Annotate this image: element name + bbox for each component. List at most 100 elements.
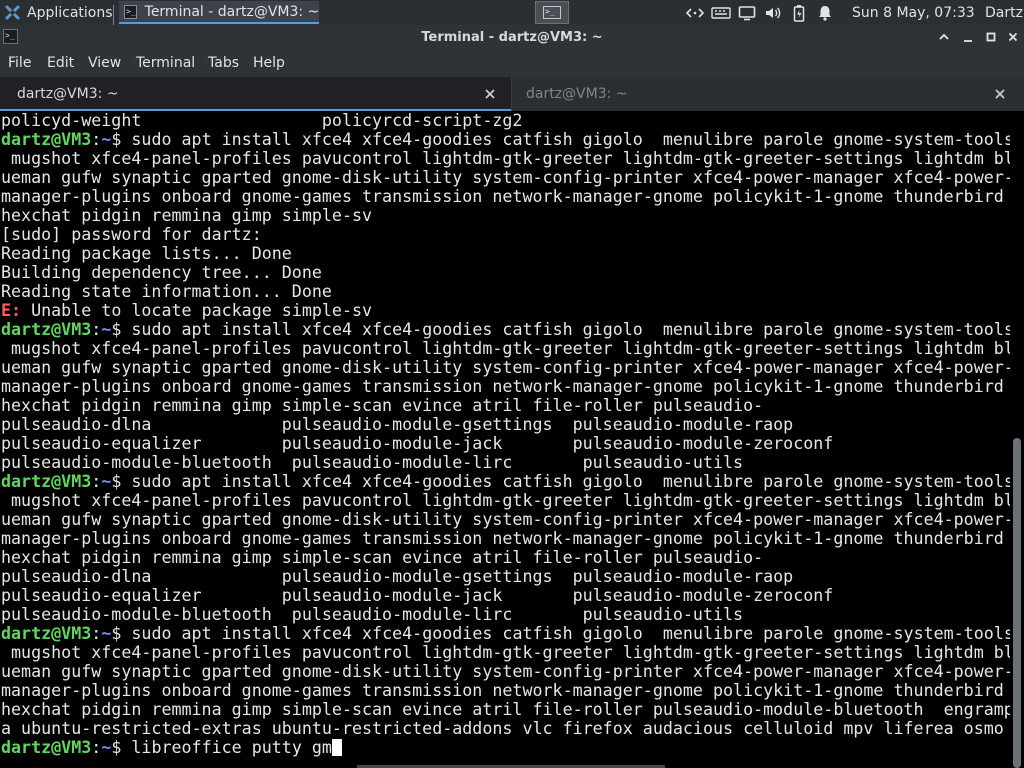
prompt-symbol: $ [111, 738, 132, 757]
output-text: mugshot xfce4-panel-profiles pavucontrol… [1, 149, 1010, 168]
menu-edit[interactable]: Edit [47, 50, 74, 77]
error-prefix: E: [1, 301, 22, 320]
vertical-scrollbar[interactable] [1010, 111, 1024, 768]
terminal-output-line: hexchat pidgin remmina gimp simple-scan … [1, 700, 1010, 719]
terminal-output-line: hexchat pidgin remmina gimp simple-scan … [1, 396, 1010, 415]
terminal-output-line: ueman gufw synaptic gparted gnome-disk-u… [1, 510, 1010, 529]
prompt-symbol: $ [111, 320, 132, 339]
output-text: pulseaudio-equalizer pulseaudio-module-j… [1, 586, 834, 605]
terminal-command-line: dartz@VM3:~$ sudo apt install xfce4 xfce… [1, 320, 1010, 339]
prompt-colon: : [91, 738, 102, 757]
applications-menu-button[interactable]: Applications [4, 0, 113, 25]
prompt-user-host: dartz@VM3 [1, 624, 92, 643]
terminal-output[interactable]: policyd-weight policyrcd-script-zg2 dartz… [0, 111, 1010, 768]
terminal-output-line: manager-plugins onboard gnome-games tran… [1, 377, 1010, 396]
battery-icon[interactable] [788, 0, 810, 25]
terminal-output-line: ueman gufw synaptic gparted gnome-disk-u… [1, 662, 1010, 681]
prompt-user-host: dartz@VM3 [1, 472, 92, 491]
minimize-icon[interactable] [960, 29, 976, 45]
output-text: Building dependency tree... Done [1, 263, 322, 282]
output-text: mugshot xfce4-panel-profiles pavucontrol… [1, 643, 1010, 662]
prompt-user-host: dartz@VM3 [1, 130, 92, 149]
menu-help[interactable]: Help [253, 50, 285, 77]
terminal-output-line: pulseaudio-equalizer pulseaudio-module-j… [1, 434, 1010, 453]
terminal-output-line: Reading state information... Done [1, 282, 1010, 301]
volume-icon[interactable] [762, 0, 784, 25]
prompt-user-host: dartz@VM3 [1, 320, 92, 339]
output-text: ueman gufw synaptic gparted gnome-disk-u… [1, 662, 1010, 681]
prompt-symbol: $ [111, 472, 132, 491]
taskbar-terminal-button[interactable]: >_ Terminal - dartz@VM3: ~ [119, 1, 319, 24]
workspace-switcher-button[interactable]: >_ [535, 1, 569, 24]
output-text: hexchat pidgin remmina gimp simple-scan … [1, 396, 764, 415]
tab-inactive[interactable]: dartz@VM3: ~ [512, 77, 1024, 111]
terminal-output-line: pulseaudio-dlna pulseaudio-module-gsetti… [1, 567, 1010, 586]
terminal-output-line: ueman gufw synaptic gparted gnome-disk-u… [1, 168, 1010, 187]
terminal-output-line: mugshot xfce4-panel-profiles pavucontrol… [1, 491, 1010, 510]
close-icon[interactable] [994, 88, 1006, 100]
prompt-user-host: dartz@VM3 [1, 738, 92, 757]
terminal-command-line: dartz@VM3:~$ sudo apt install xfce4 xfce… [1, 472, 1010, 491]
output-text: pulseaudio-module-bluetooth pulseaudio-m… [1, 453, 744, 472]
close-icon[interactable] [484, 88, 496, 100]
window-titlebar[interactable]: >_ Terminal - dartz@VM3: ~ [0, 25, 1024, 50]
terminal-output-line: mugshot xfce4-panel-profiles pavucontrol… [1, 643, 1010, 662]
maximize-icon[interactable] [983, 29, 999, 45]
prompt-path: ~ [101, 472, 112, 491]
output-text: manager-plugins onboard gnome-games tran… [1, 187, 1004, 206]
error-text: Unable to locate package simple-sv [21, 301, 373, 320]
terminal-icon: >_ [543, 6, 561, 19]
output-text: mugshot xfce4-panel-profiles pavucontrol… [1, 491, 1010, 510]
menu-terminal[interactable]: Terminal [136, 50, 195, 77]
keyboard-layout-icon[interactable] [684, 0, 706, 25]
terminal-output-line: policyd-weight policyrcd-script-zg2 [1, 111, 1010, 130]
terminal-output-line: mugshot xfce4-panel-profiles pavucontrol… [1, 339, 1010, 358]
top-panel: Applications >_ Terminal - dartz@VM3: ~ … [0, 0, 1024, 30]
terminal-icon: >_ [124, 4, 137, 19]
output-text: Reading package lists... Done [1, 244, 292, 263]
notifications-bell-icon[interactable] [814, 0, 836, 25]
menu-bar: File Edit View Terminal Tabs Help [0, 50, 1024, 77]
terminal-output-line: pulseaudio-module-bluetooth pulseaudio-m… [1, 605, 1010, 624]
output-text: ueman gufw synaptic gparted gnome-disk-u… [1, 510, 1010, 529]
menu-view[interactable]: View [88, 50, 121, 77]
terminal-command-line: dartz@VM3:~$ sudo apt install xfce4 xfce… [1, 130, 1010, 149]
output-text: hexchat pidgin remmina gimp simple-scan … [1, 548, 764, 567]
output-text: a ubuntu-restricted-extras ubuntu-restri… [1, 719, 1004, 738]
output-text: mugshot xfce4-panel-profiles pavucontrol… [1, 339, 1010, 358]
terminal-output-line: pulseaudio-dlna pulseaudio-module-gsetti… [1, 415, 1010, 434]
tab-label: dartz@VM3: ~ [526, 86, 628, 102]
output-text: [sudo] password for dartz: [1, 225, 262, 244]
window-title: Terminal - dartz@VM3: ~ [421, 30, 603, 45]
display-icon[interactable] [736, 0, 758, 25]
output-text: ueman gufw synaptic gparted gnome-disk-u… [1, 358, 1010, 377]
prompt-colon: : [91, 130, 102, 149]
output-text: hexchat pidgin remmina gimp simple-sv [1, 206, 373, 225]
terminal-output-line: mugshot xfce4-panel-profiles pavucontrol… [1, 149, 1010, 168]
output-text: pulseaudio-dlna pulseaudio-module-gsetti… [1, 567, 794, 586]
prompt-symbol: $ [111, 130, 132, 149]
prompt-path: ~ [101, 624, 112, 643]
terminal-output-line: hexchat pidgin remmina gimp simple-sv [1, 206, 1010, 225]
command-text: sudo apt install xfce4 xfce4-goodies cat… [131, 472, 1010, 491]
tab-active[interactable]: dartz@VM3: ~ [0, 77, 511, 111]
scrollbar-thumb[interactable] [1013, 438, 1021, 768]
terminal-error-line: E: Unable to locate package simple-sv [1, 301, 1010, 320]
menu-tabs[interactable]: Tabs [208, 50, 239, 77]
clock[interactable]: Sun 8 May, 07:33 [852, 0, 975, 25]
prompt-colon: : [91, 624, 102, 643]
terminal-output-line: manager-plugins onboard gnome-games tran… [1, 529, 1010, 548]
minimize-up-icon[interactable] [936, 29, 952, 45]
command-text: sudo apt install xfce4 xfce4-goodies cat… [131, 320, 1010, 339]
onscreen-keyboard-icon[interactable] [710, 0, 732, 25]
menu-file[interactable]: File [8, 50, 31, 77]
prompt-colon: : [91, 472, 102, 491]
prompt-path: ~ [101, 738, 112, 757]
close-icon[interactable] [1005, 29, 1021, 45]
output-text: pulseaudio-dlna pulseaudio-module-gsetti… [1, 415, 794, 434]
user-menu[interactable]: Dartz [985, 0, 1023, 25]
terminal-output-line: pulseaudio-module-bluetooth pulseaudio-m… [1, 453, 1010, 472]
prompt-path: ~ [101, 130, 112, 149]
taskbar-terminal-label: Terminal - dartz@VM3: ~ [144, 3, 320, 20]
command-text: sudo apt install xfce4 xfce4-goodies cat… [131, 624, 1010, 643]
